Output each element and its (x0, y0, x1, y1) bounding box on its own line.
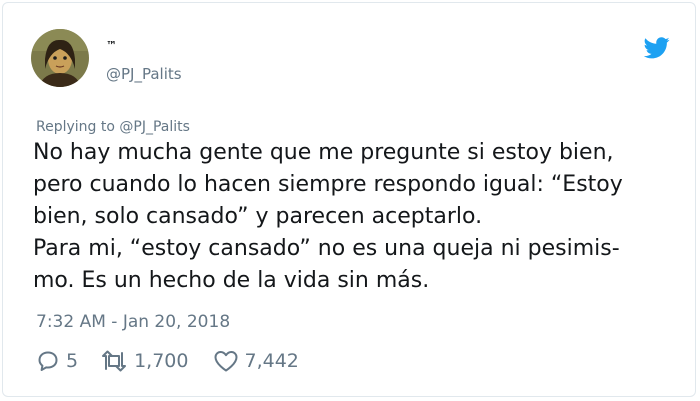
user-handle[interactable]: @PJ_Palits (106, 65, 182, 83)
painted-portrait-avatar-icon (31, 29, 89, 87)
like-count: 7,442 (244, 350, 299, 372)
replying-to-label[interactable]: Replying to @PJ_Palits (36, 119, 190, 135)
tweet-text-line: No hay mucha gente que me pregunte si es… (33, 140, 614, 165)
tweet-text-line: pero cuando lo hacen siempre respondo ig… (33, 172, 623, 197)
reply-count: 5 (66, 350, 79, 372)
tweet-text-line: mo. Es un hecho de la vida sin más. (33, 268, 430, 293)
tweet-timestamp[interactable]: 7:32 AM - Jan 20, 2018 (36, 312, 230, 332)
display-name[interactable]: ™ (106, 39, 118, 52)
retweet-count: 1,700 (134, 350, 189, 372)
retweet-icon (102, 350, 127, 372)
like-button[interactable]: 7,442 (213, 349, 299, 373)
twitter-bird-icon[interactable] (643, 37, 670, 59)
tweet-text: No hay mucha gente que me pregunte si es… (33, 137, 683, 297)
tweet-actions: 5 1,700 7,442 (36, 348, 299, 374)
tweet-text-line: Para mi, “estoy cansado” no es una queja… (33, 236, 620, 261)
reply-button[interactable]: 5 (36, 349, 78, 373)
heart-icon (214, 351, 237, 372)
tweet-text-line: bien, solo cansado” y parecen aceptarlo. (33, 204, 483, 229)
tweet-card: ™ @PJ_Palits Replying to @PJ_Palits No h… (2, 2, 696, 397)
reply-icon (38, 351, 58, 371)
avatar[interactable] (31, 29, 89, 87)
retweet-button[interactable]: 1,700 (100, 349, 189, 373)
